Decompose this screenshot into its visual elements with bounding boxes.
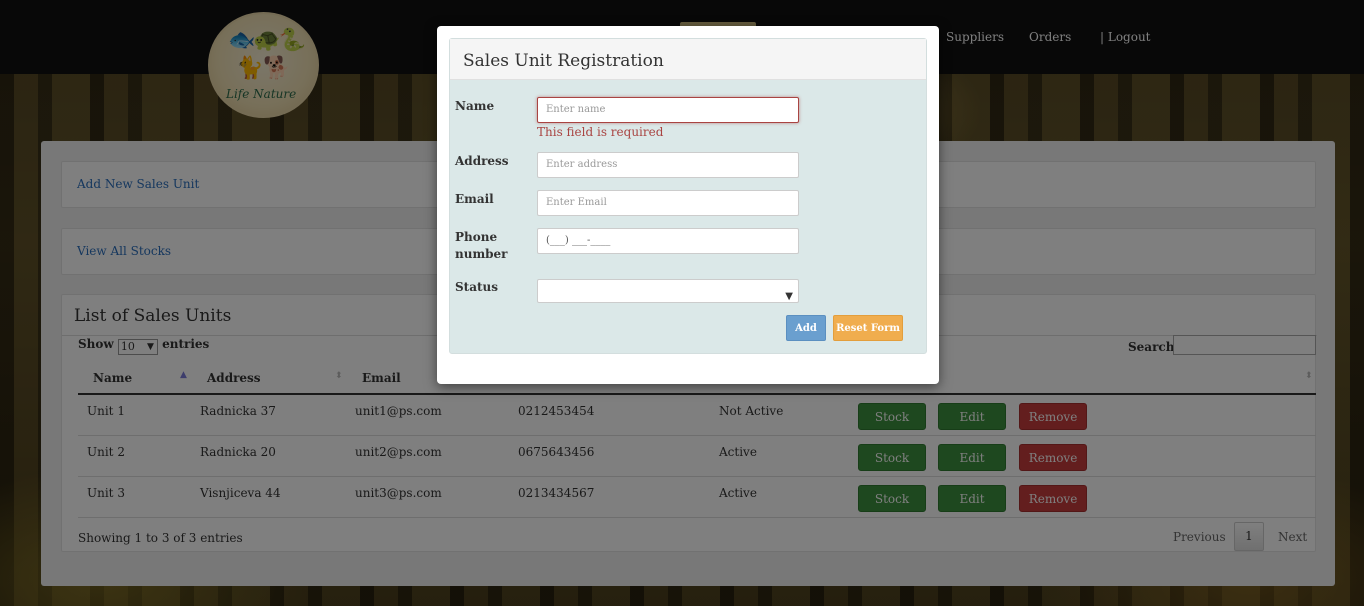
sales-unit-registration-modal: Sales Unit Registration Name Enter name … <box>437 26 939 384</box>
modal-title: Sales Unit Registration <box>463 51 664 71</box>
address-label: Address <box>455 154 509 168</box>
phone-label-line2: number <box>455 247 508 261</box>
registration-form: Sales Unit Registration Name Enter name … <box>449 38 927 354</box>
chevron-down-icon: ▼ <box>785 291 793 302</box>
name-error-message: This field is required <box>537 125 664 139</box>
status-select[interactable]: ▼ <box>537 279 799 303</box>
phone-input[interactable]: (___) ___-____ <box>537 228 799 254</box>
add-button[interactable]: Add <box>786 315 826 341</box>
modal-header: Sales Unit Registration <box>450 39 926 80</box>
name-label: Name <box>455 99 495 113</box>
email-label: Email <box>455 192 494 206</box>
email-input[interactable]: Enter Email <box>537 190 799 216</box>
phone-label-line1: Phone <box>455 230 498 244</box>
reset-form-button[interactable]: Reset Form <box>833 315 903 341</box>
name-input[interactable]: Enter name <box>537 97 799 123</box>
address-input[interactable]: Enter address <box>537 152 799 178</box>
status-label: Status <box>455 280 499 294</box>
